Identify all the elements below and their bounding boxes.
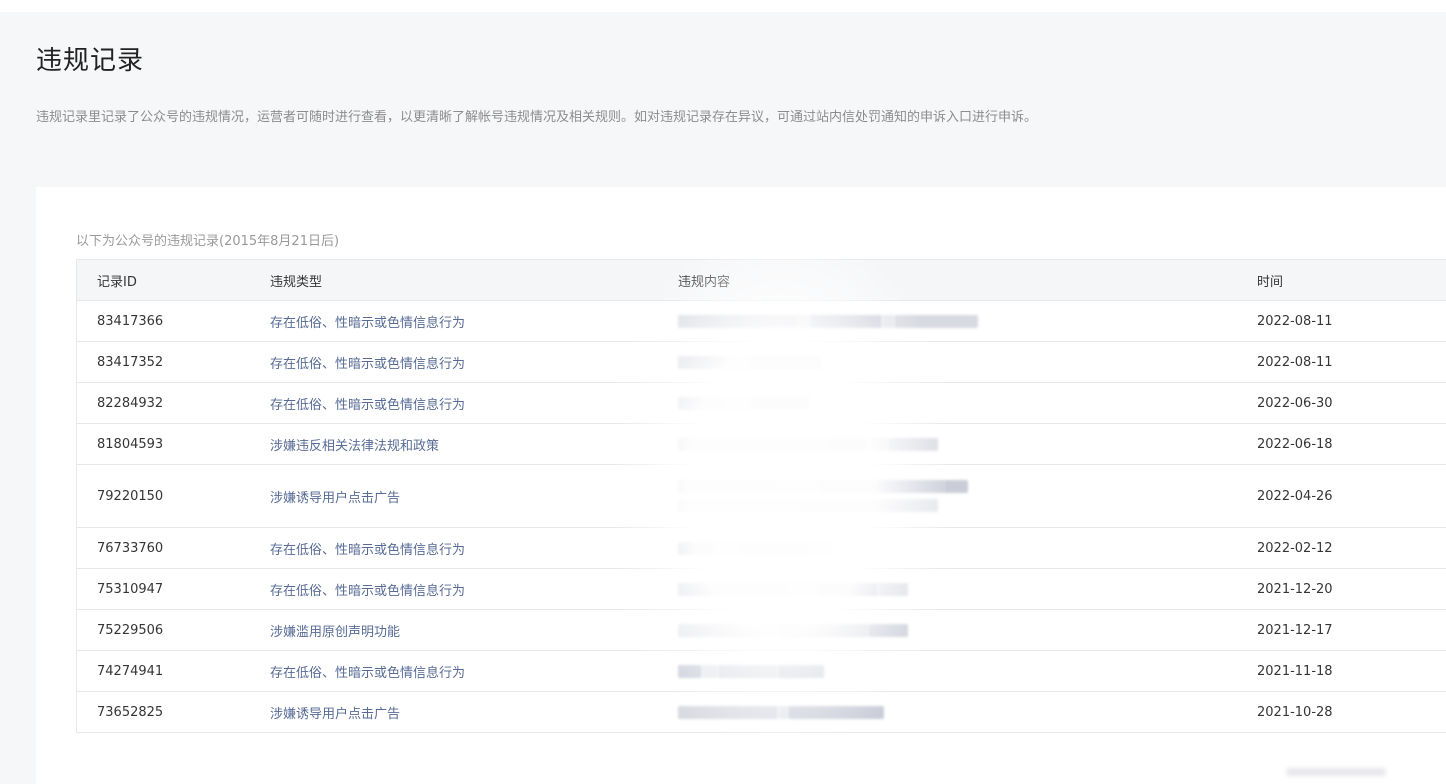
- page-title: 违规记录: [36, 46, 145, 76]
- violation-records-page: 违规记录 违规记录里记录了公众号的违规情况，运营者可随时进行查看，以更清晰了解帐…: [0, 12, 1446, 784]
- table-row: 75229506 涉嫌滥用原创声明功能 2021-12-17: [77, 609, 1446, 651]
- violation-content-redacted: [678, 464, 1257, 528]
- violation-type: 存在低俗、性暗示或色情信息行为: [270, 315, 466, 331]
- record-id: 75310947: [77, 568, 270, 610]
- table-row: 81804593 涉嫌违反相关法律法规和政策 2022-06-18: [77, 423, 1446, 465]
- violation-content-redacted: [678, 692, 1257, 733]
- table-row: 76733760 存在低俗、性暗示或色情信息行为 2022-02-12: [77, 527, 1446, 569]
- violation-type: 存在低俗、性暗示或色情信息行为: [270, 356, 466, 372]
- violation-type: 涉嫌诱导用户点击广告: [270, 706, 401, 722]
- violation-content-redacted: [678, 650, 1257, 692]
- record-time: 2021-10-28: [1257, 704, 1333, 720]
- violation-type: 涉嫌滥用原创声明功能: [270, 624, 401, 640]
- violation-content-redacted: [678, 609, 1257, 651]
- record-id: 74274941: [77, 650, 270, 692]
- table-row: 74274941 存在低俗、性暗示或色情信息行为 2021-11-18: [77, 650, 1446, 692]
- record-id: 73652825: [97, 704, 164, 720]
- page-description: 违规记录里记录了公众号的违规情况，运营者可随时进行查看，以更清晰了解帐号违规情况…: [36, 110, 1038, 125]
- table-row: 79220150 涉嫌诱导用户点击广告 2022-04-26: [77, 464, 1446, 528]
- column-header-id: 记录ID: [77, 260, 270, 301]
- record-time: 2021-12-20: [1257, 568, 1446, 610]
- violation-type: 存在低俗、性暗示或色情信息行为: [270, 397, 466, 413]
- record-id: 75229506: [77, 609, 270, 651]
- violation-type: 存在低俗、性暗示或色情信息行为: [270, 583, 466, 599]
- table-row: 73652825 涉嫌诱导用户点击广告 2021-10-28: [77, 692, 1446, 733]
- record-time: 2021-11-18: [1257, 650, 1446, 692]
- record-time: 2022-06-18: [1257, 423, 1446, 465]
- column-header-time: 时间: [1257, 260, 1446, 301]
- record-id: 83417352: [77, 341, 270, 383]
- violation-type: 涉嫌违反相关法律法规和政策: [270, 438, 440, 454]
- violation-content-redacted: [678, 300, 1257, 342]
- table-row: 83417352 存在低俗、性暗示或色情信息行为 2022-08-11: [77, 341, 1446, 383]
- record-time: 2022-08-11: [1257, 300, 1446, 342]
- violation-type: 涉嫌诱导用户点击广告: [270, 490, 401, 506]
- record-id: 79220150: [77, 464, 270, 528]
- record-time: 2022-04-26: [1257, 464, 1446, 528]
- table-row: 75310947 存在低俗、性暗示或色情信息行为 2021-12-20: [77, 568, 1446, 610]
- pagination-hint: [1286, 768, 1386, 776]
- table-header-row: 记录ID 违规类型 违规内容 时间: [77, 260, 1446, 301]
- column-header-type: 违规类型: [270, 260, 678, 301]
- violation-content-redacted: [678, 382, 1257, 424]
- violation-content-redacted: [678, 527, 1257, 569]
- records-panel: 以下为公众号的违规记录(2015年8月21日后) 记录ID 违规类型 违规内容 …: [36, 187, 1446, 784]
- violation-content-redacted: [678, 341, 1257, 383]
- column-header-content: 违规内容: [678, 260, 1257, 301]
- violation-content-redacted: [678, 423, 1257, 465]
- violation-type: 存在低俗、性暗示或色情信息行为: [270, 542, 466, 558]
- table-row: 82284932 存在低俗、性暗示或色情信息行为 2022-06-30: [77, 382, 1446, 424]
- records-table: 记录ID 违规类型 违规内容 时间 83417366 存在低俗、性暗示或色情信息…: [76, 259, 1446, 733]
- record-time: 2022-02-12: [1257, 527, 1446, 569]
- violation-content-redacted: [678, 568, 1257, 610]
- record-id: 82284932: [77, 382, 270, 424]
- table-caption: 以下为公众号的违规记录(2015年8月21日后): [76, 234, 340, 249]
- record-id: 81804593: [77, 423, 270, 465]
- table-row: 83417366 存在低俗、性暗示或色情信息行为 2022-08-11: [77, 300, 1446, 342]
- record-time: 2022-08-11: [1257, 341, 1446, 383]
- record-id: 83417366: [77, 300, 270, 342]
- record-time: 2021-12-17: [1257, 609, 1446, 651]
- record-time: 2022-06-30: [1257, 382, 1446, 424]
- violation-type: 存在低俗、性暗示或色情信息行为: [270, 665, 466, 681]
- record-id: 76733760: [77, 527, 270, 569]
